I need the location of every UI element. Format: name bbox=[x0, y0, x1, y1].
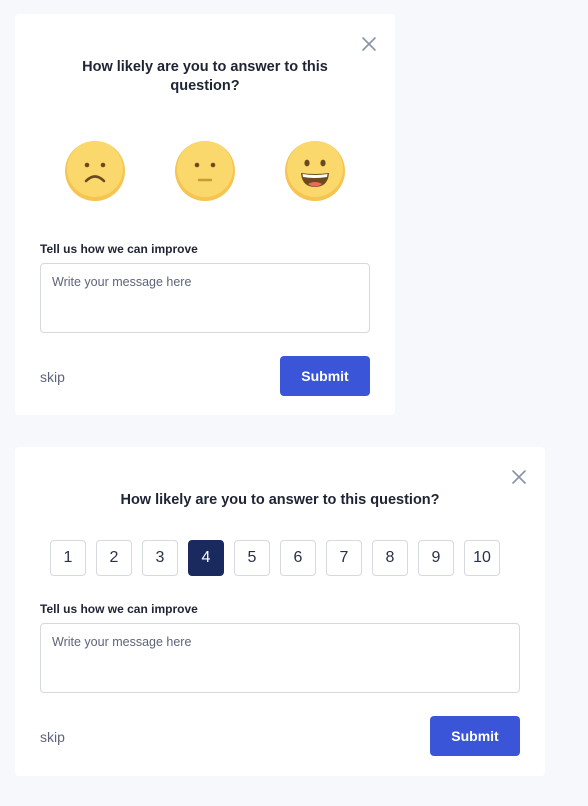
scale-option-1[interactable]: 1 bbox=[50, 540, 86, 576]
skip-link[interactable]: skip bbox=[40, 729, 65, 745]
survey-question: How likely are you to answer to this que… bbox=[120, 492, 440, 508]
emoji-survey-card: How likely are you to answer to this que… bbox=[15, 14, 395, 415]
close-icon[interactable] bbox=[511, 469, 527, 485]
skip-link[interactable]: skip bbox=[40, 369, 65, 385]
scale-option-5[interactable]: 5 bbox=[234, 540, 270, 576]
survey-question: How likely are you to answer to this que… bbox=[82, 59, 328, 94]
scale-option-7[interactable]: 7 bbox=[326, 540, 362, 576]
submit-button[interactable]: Submit bbox=[280, 356, 370, 396]
scale-option-6[interactable]: 6 bbox=[280, 540, 316, 576]
improve-label: Tell us how we can improve bbox=[40, 242, 198, 256]
neutral-face-icon[interactable] bbox=[174, 140, 236, 202]
close-icon[interactable] bbox=[361, 36, 377, 52]
happy-face-icon[interactable] bbox=[284, 140, 346, 202]
scale-option-3[interactable]: 3 bbox=[142, 540, 178, 576]
scale-option-10[interactable]: 10 bbox=[464, 540, 500, 576]
scale-option-2[interactable]: 2 bbox=[96, 540, 132, 576]
scale-option-9[interactable]: 9 bbox=[418, 540, 454, 576]
submit-button[interactable]: Submit bbox=[430, 716, 520, 756]
scale-option-8[interactable]: 8 bbox=[372, 540, 408, 576]
improve-label: Tell us how we can improve bbox=[40, 602, 198, 616]
rating-scale: 1 2 3 4 5 6 7 8 9 10 bbox=[50, 540, 500, 576]
numeric-survey-card: How likely are you to answer to this que… bbox=[15, 447, 545, 776]
message-input[interactable] bbox=[40, 263, 370, 333]
message-input[interactable] bbox=[40, 623, 520, 693]
scale-option-4[interactable]: 4 bbox=[188, 540, 224, 576]
sad-face-icon[interactable] bbox=[64, 140, 126, 202]
